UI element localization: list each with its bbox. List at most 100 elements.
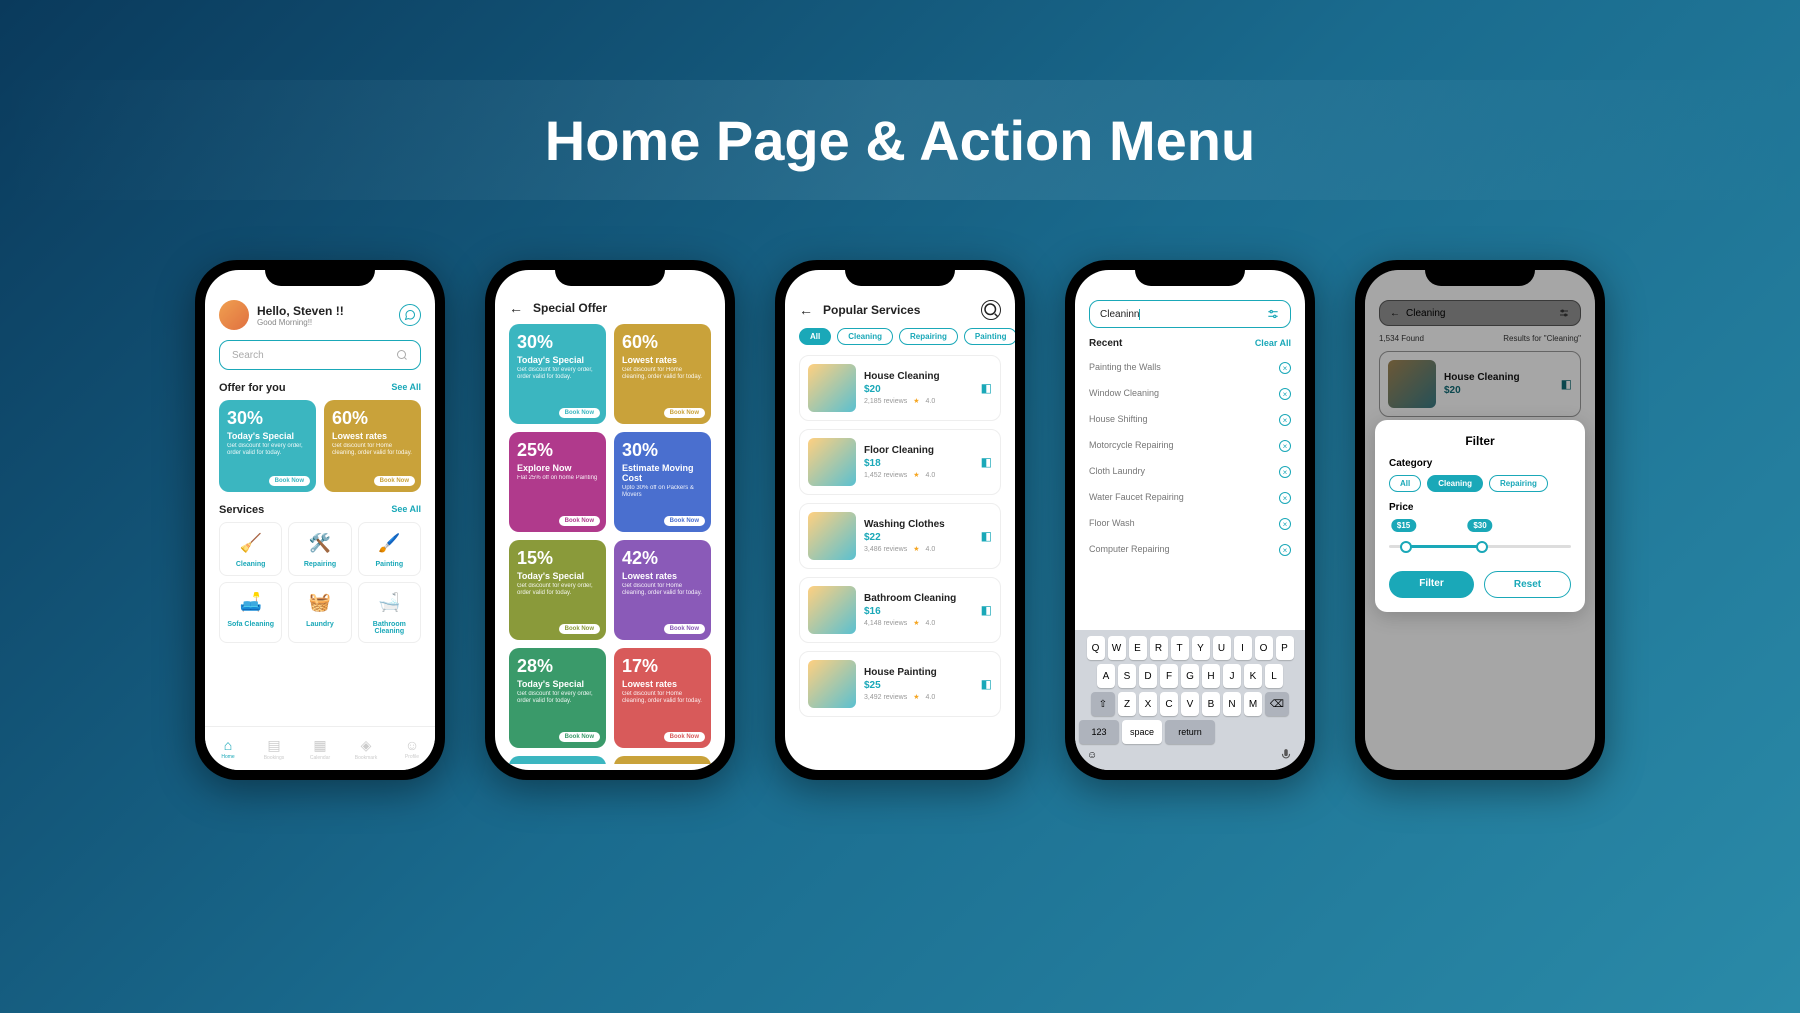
key[interactable]: L [1265,664,1283,688]
bookmark-icon[interactable]: ◧ [981,603,992,617]
chip-all[interactable]: All [1389,475,1421,492]
remove-icon[interactable]: × [1279,414,1291,426]
recent-item[interactable]: Window Cleaning × [1089,381,1291,407]
offer-card[interactable]: 42% Lowest rates Get discount for Home c… [614,540,711,640]
key[interactable]: G [1181,664,1199,688]
key[interactable]: D [1139,664,1157,688]
bookmark-icon[interactable]: ◧ [981,529,992,543]
chip-all[interactable]: All [799,328,831,345]
remove-icon[interactable]: × [1279,362,1291,374]
key-123[interactable]: 123 [1079,720,1119,744]
service-cell[interactable]: 🧺 Laundry [288,582,351,643]
offer-card[interactable]: 60% Lowest rates Get discount for Home c… [324,400,421,492]
key[interactable]: B [1202,692,1220,716]
recent-item[interactable]: Motorcycle Repairing × [1089,433,1291,459]
nav-bookmark[interactable]: ◈ Bookmark [343,727,389,770]
book-now-button[interactable]: Book Now [664,732,705,742]
service-cell[interactable]: 🖌️ Painting [358,522,421,576]
offer-card[interactable]: 60% Lowest rates Get discount for Home c… [614,324,711,424]
key[interactable]: E [1129,636,1147,660]
key[interactable]: F [1160,664,1178,688]
key[interactable]: U [1213,636,1231,660]
chip-cleaning[interactable]: Cleaning [837,328,893,345]
key-return[interactable]: return [1165,720,1215,744]
chip-cleaning[interactable]: Cleaning [1427,475,1483,492]
book-now-button[interactable]: Book Now [559,624,600,634]
key[interactable]: Z [1118,692,1136,716]
offer-card[interactable]: 17% Lowest rates Get discount for Home c… [614,648,711,748]
remove-icon[interactable]: × [1279,544,1291,556]
service-cell[interactable]: 🛋️ Sofa Cleaning [219,582,282,643]
key[interactable]: H [1202,664,1220,688]
remove-icon[interactable]: × [1279,388,1291,400]
offer-card[interactable]: 30% Today's Special Get discount for eve… [509,324,606,424]
chip-painting[interactable]: Painting [964,328,1015,345]
recent-item[interactable]: House Shifting × [1089,407,1291,433]
recent-item[interactable]: Computer Repairing × [1089,537,1291,563]
service-card[interactable]: House Painting $25 3,492 reviews★4.0 ◧ [799,651,1001,717]
back-icon[interactable]: ← [509,300,523,316]
remove-icon[interactable]: × [1279,492,1291,504]
key[interactable]: ⌫ [1265,692,1289,716]
key[interactable]: X [1139,692,1157,716]
offer-card[interactable]: 48% [614,756,711,764]
nav-home[interactable]: ⌂ Home [205,727,251,770]
recent-item[interactable]: Water Faucet Repairing × [1089,485,1291,511]
reset-button[interactable]: Reset [1484,571,1571,598]
service-card[interactable]: Floor Cleaning $18 1,452 reviews★4.0 ◧ [799,429,1001,495]
chip-repairing[interactable]: Repairing [1489,475,1548,492]
key[interactable]: T [1171,636,1189,660]
see-all-services[interactable]: See All [391,504,421,516]
key[interactable]: W [1108,636,1126,660]
search-input[interactable]: Cleaninn [1089,300,1291,328]
offer-card[interactable]: 30% Today's Special Get discount for eve… [219,400,316,492]
key[interactable]: J [1223,664,1241,688]
service-cell[interactable]: 🛠️ Repairing [288,522,351,576]
key[interactable]: Q [1087,636,1105,660]
service-card[interactable]: House Cleaning $20 2,185 reviews★4.0 ◧ [799,355,1001,421]
emoji-icon[interactable]: ☺ [1087,750,1097,761]
key-space[interactable]: space [1122,720,1162,744]
book-now-button[interactable]: Book Now [374,476,415,486]
nav-bookings[interactable]: ▤ Bookings [251,727,297,770]
see-all-offers[interactable]: See All [391,382,421,394]
keyboard[interactable]: QWERTYUIOP ASDFGHJKL ⇧ZXCVBNM⌫ 123 space… [1075,630,1305,770]
bookmark-icon[interactable]: ◧ [981,455,992,469]
key[interactable]: Y [1192,636,1210,660]
filter-icon[interactable] [1266,307,1280,321]
avatar[interactable] [219,300,249,330]
clear-all-button[interactable]: Clear All [1255,338,1291,349]
key[interactable]: P [1276,636,1294,660]
key[interactable]: V [1181,692,1199,716]
key[interactable]: A [1097,664,1115,688]
back-icon[interactable]: ← [799,302,813,318]
service-card[interactable]: Washing Clothes $22 3,486 reviews★4.0 ◧ [799,503,1001,569]
recent-item[interactable]: Painting the Walls × [1089,355,1291,381]
search-icon[interactable] [981,300,1001,320]
key[interactable]: N [1223,692,1241,716]
key[interactable]: I [1234,636,1252,660]
book-now-button[interactable]: Book Now [559,732,600,742]
key[interactable]: M [1244,692,1262,716]
key[interactable]: S [1118,664,1136,688]
offer-card[interactable]: 15% Today's Special Get discount for eve… [509,540,606,640]
book-now-button[interactable]: Book Now [664,516,705,526]
price-slider[interactable]: $15 $30 [1389,531,1571,561]
offer-card[interactable]: 12% [509,756,606,764]
offer-card[interactable]: 25% Explore Now Flat 25% off on home Pai… [509,432,606,532]
nav-profile[interactable]: ☺ Profile [389,727,435,770]
search-input[interactable]: Search [219,340,421,370]
key[interactable]: O [1255,636,1273,660]
key[interactable]: R [1150,636,1168,660]
book-now-button[interactable]: Book Now [664,408,705,418]
key[interactable]: K [1244,664,1262,688]
remove-icon[interactable]: × [1279,440,1291,452]
book-now-button[interactable]: Book Now [269,476,310,486]
service-cell[interactable]: 🛁 Bathroom Cleaning [358,582,421,643]
service-cell[interactable]: 🧹 Cleaning [219,522,282,576]
book-now-button[interactable]: Book Now [664,624,705,634]
key[interactable]: C [1160,692,1178,716]
book-now-button[interactable]: Book Now [559,408,600,418]
key[interactable]: ⇧ [1091,692,1115,716]
book-now-button[interactable]: Book Now [559,516,600,526]
